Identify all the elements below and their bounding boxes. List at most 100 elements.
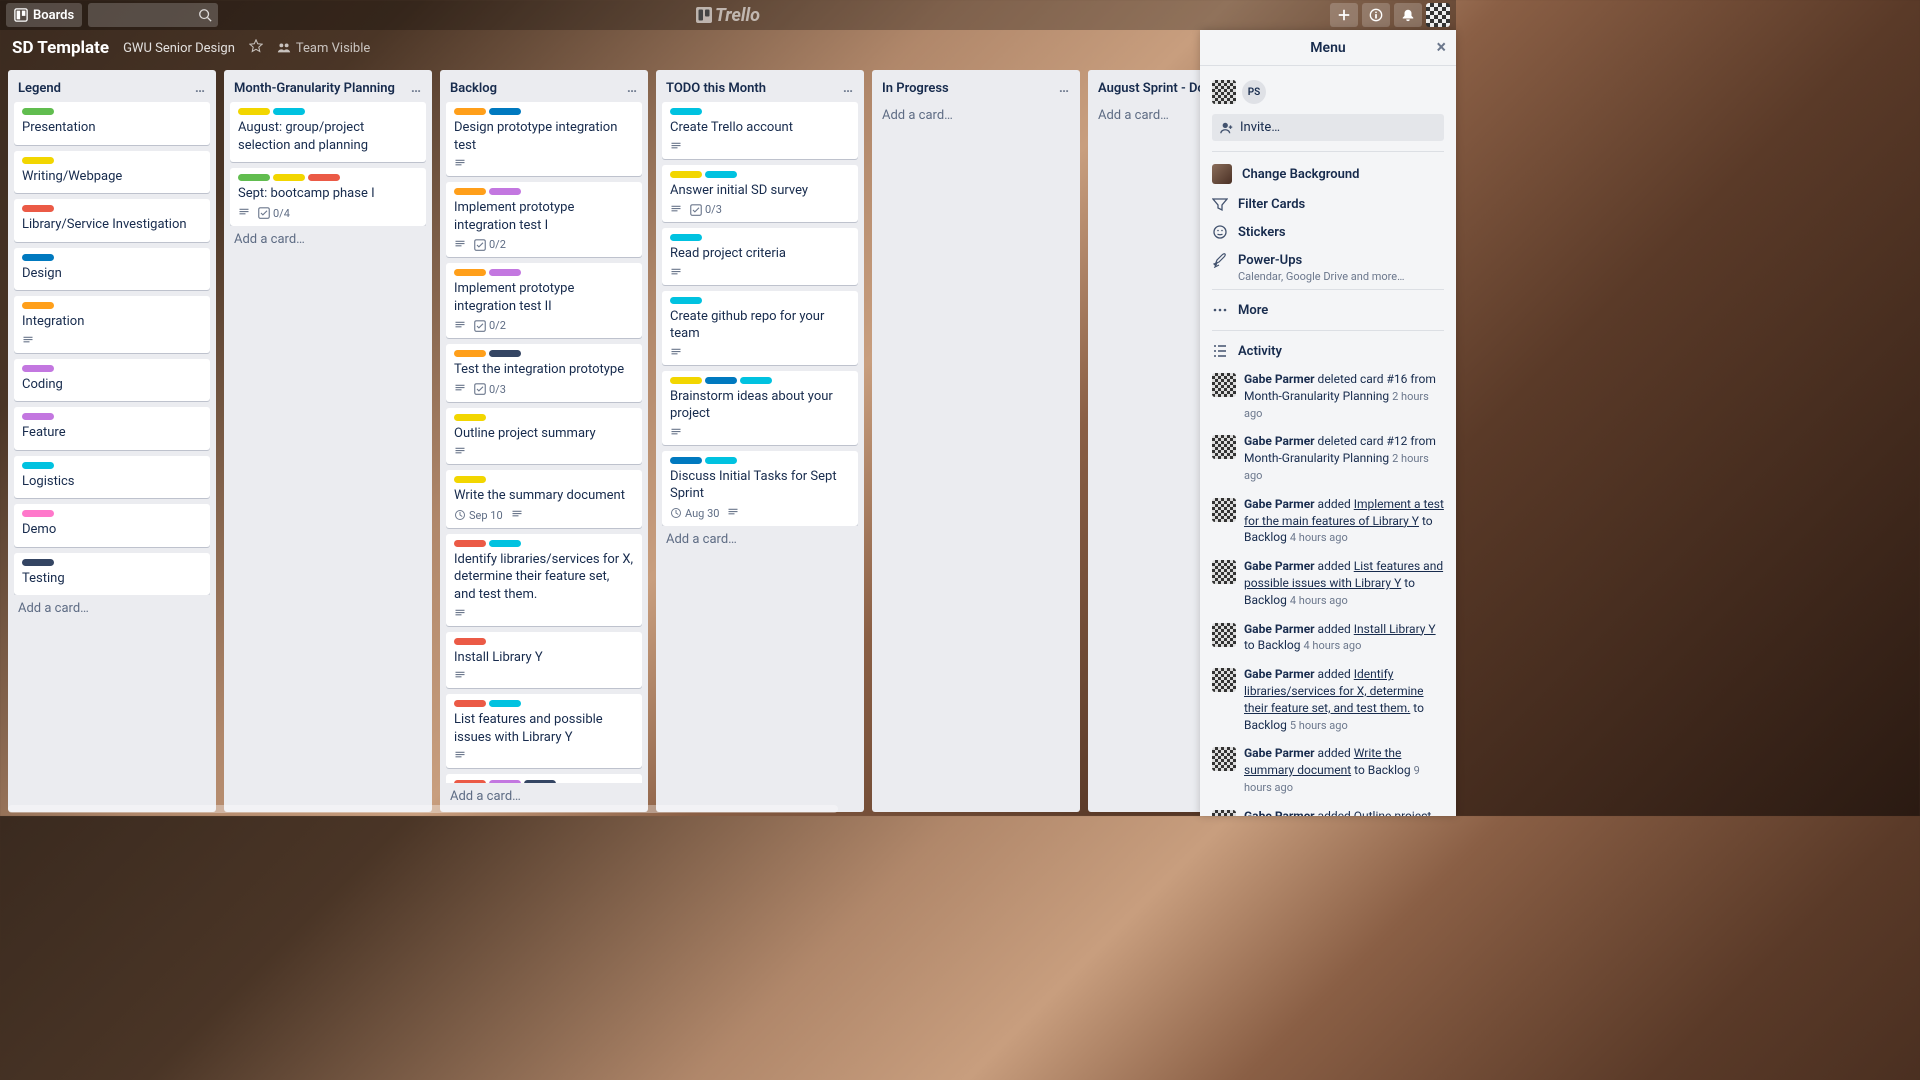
activity-item: Gabe Parmer added Implement a test for t… [1212,490,1444,552]
list-menu-button[interactable]: … [843,80,854,96]
due-badge: Sep 10 [454,509,503,522]
card[interactable]: Writing/Webpage [14,151,210,194]
card[interactable]: Integration [14,296,210,353]
card-title: Identify libraries/services for X, deter… [454,551,634,604]
menu-item-sticker[interactable]: Stickers [1212,218,1444,246]
checklist-badge: 0/2 [474,238,506,251]
card[interactable]: Implement prototype integration test II0… [446,263,642,338]
card[interactable]: Create Trello account [662,102,858,159]
list-menu-button[interactable]: … [195,80,206,96]
description-badge [454,239,466,251]
horizontal-scrollbar[interactable] [8,805,838,813]
search-input[interactable] [88,3,218,27]
card-labels [454,269,634,276]
label-purple [489,188,521,195]
card[interactable]: Create github repo for your team [662,291,858,365]
member-avatar[interactable] [1212,80,1236,104]
card[interactable]: Testing [14,553,210,596]
card[interactable]: Identify libraries/services for X, deter… [446,534,642,626]
card-labels [22,254,202,261]
card[interactable]: Coding [14,359,210,402]
description-badge [670,427,682,439]
add-card-button[interactable]: Add a card… [446,783,642,806]
card[interactable]: Read project criteria [662,228,858,285]
card-title: Outline project summary [454,425,634,443]
activity-link[interactable]: Install Library Y [1354,622,1436,636]
card-labels [238,108,418,115]
card[interactable]: Library/Service Investigation [14,199,210,242]
card[interactable]: Answer initial SD survey0/3 [662,165,858,223]
visibility-button[interactable]: Team Visible [277,41,370,56]
add-button[interactable] [1330,3,1358,27]
close-menu-button[interactable]: × [1436,37,1446,58]
card[interactable]: Brainstorm ideas about your project [662,371,858,445]
card[interactable]: Implement a test for the main features o… [446,774,642,783]
label-pink [22,510,54,517]
user-avatar[interactable] [1426,3,1450,27]
add-card-button[interactable]: Add a card… [662,526,858,549]
menu-item-filter[interactable]: Filter Cards [1212,190,1444,218]
card[interactable]: Demo [14,504,210,547]
label-red [22,205,54,212]
card[interactable]: Install Library Y [446,632,642,689]
label-teal [670,234,702,241]
card-title: List features and possible issues with L… [454,711,634,746]
boards-button[interactable]: Boards [6,3,82,27]
card[interactable]: List features and possible issues with L… [446,694,642,768]
description-badge [670,347,682,359]
group-icon [277,41,291,55]
checklist-badge: 0/3 [690,203,722,216]
card-labels [22,413,202,420]
list-title[interactable]: Legend [18,81,61,96]
card[interactable]: Design prototype integration test [446,102,642,176]
list-title[interactable]: TODO this Month [666,81,766,96]
add-card-button[interactable]: Add a card… [230,226,426,249]
list: TODO this Month … Create Trello account Ans… [656,70,864,812]
info-button[interactable] [1362,3,1390,27]
list-title[interactable]: Backlog [450,81,497,96]
menu-item-bg[interactable]: Change Background [1212,158,1444,190]
member-initials[interactable]: PS [1242,80,1266,104]
add-card-button[interactable]: Add a card… [878,102,1074,125]
description-badge [727,507,739,519]
label-blue [489,108,521,115]
card[interactable]: Feature [14,407,210,450]
card-labels [22,108,202,115]
menu-item-more[interactable]: More [1212,296,1444,324]
card-labels [670,234,850,241]
add-card-button[interactable]: Add a card… [14,595,210,618]
card-badges [454,670,634,682]
card-title: Implement prototype integration test II [454,280,634,315]
card-badges [670,267,850,279]
trello-logo[interactable]: Trello [696,5,760,26]
invite-button[interactable]: Invite… [1212,114,1444,141]
card-title: Writing/Webpage [22,168,202,186]
card[interactable]: Discuss Initial Tasks for Sept SprintAug… [662,451,858,526]
label-teal [705,171,737,178]
card[interactable]: Outline project summary [446,408,642,465]
card[interactable]: Design [14,248,210,291]
activity-avatar [1212,373,1236,397]
card-title: Demo [22,521,202,539]
card-title: Create Trello account [670,119,850,137]
card-labels [454,476,634,483]
card[interactable]: Write the summary documentSep 10 [446,470,642,528]
card[interactable]: Implement prototype integration test I0/… [446,182,642,257]
card[interactable]: Test the integration prototype0/3 [446,344,642,402]
list-menu-button[interactable]: … [1059,80,1070,96]
notifications-button[interactable] [1394,3,1422,27]
description-badge [670,141,682,153]
list-menu-button[interactable]: … [411,80,422,96]
label-yellow [238,108,270,115]
card[interactable]: August: group/project selection and plan… [230,102,426,162]
star-button[interactable] [249,39,263,57]
card[interactable]: Logistics [14,456,210,499]
label-blue [670,457,702,464]
card[interactable]: Sept: bootcamp phase I0/4 [230,168,426,226]
list-title[interactable]: Month-Granularity Planning [234,81,395,96]
activity-item: Gabe Parmer deleted card #16 from Month-… [1212,365,1444,427]
list-menu-button[interactable]: … [627,80,638,96]
card[interactable]: Presentation [14,102,210,145]
list-title[interactable]: In Progress [882,81,949,96]
card-labels [670,171,850,178]
